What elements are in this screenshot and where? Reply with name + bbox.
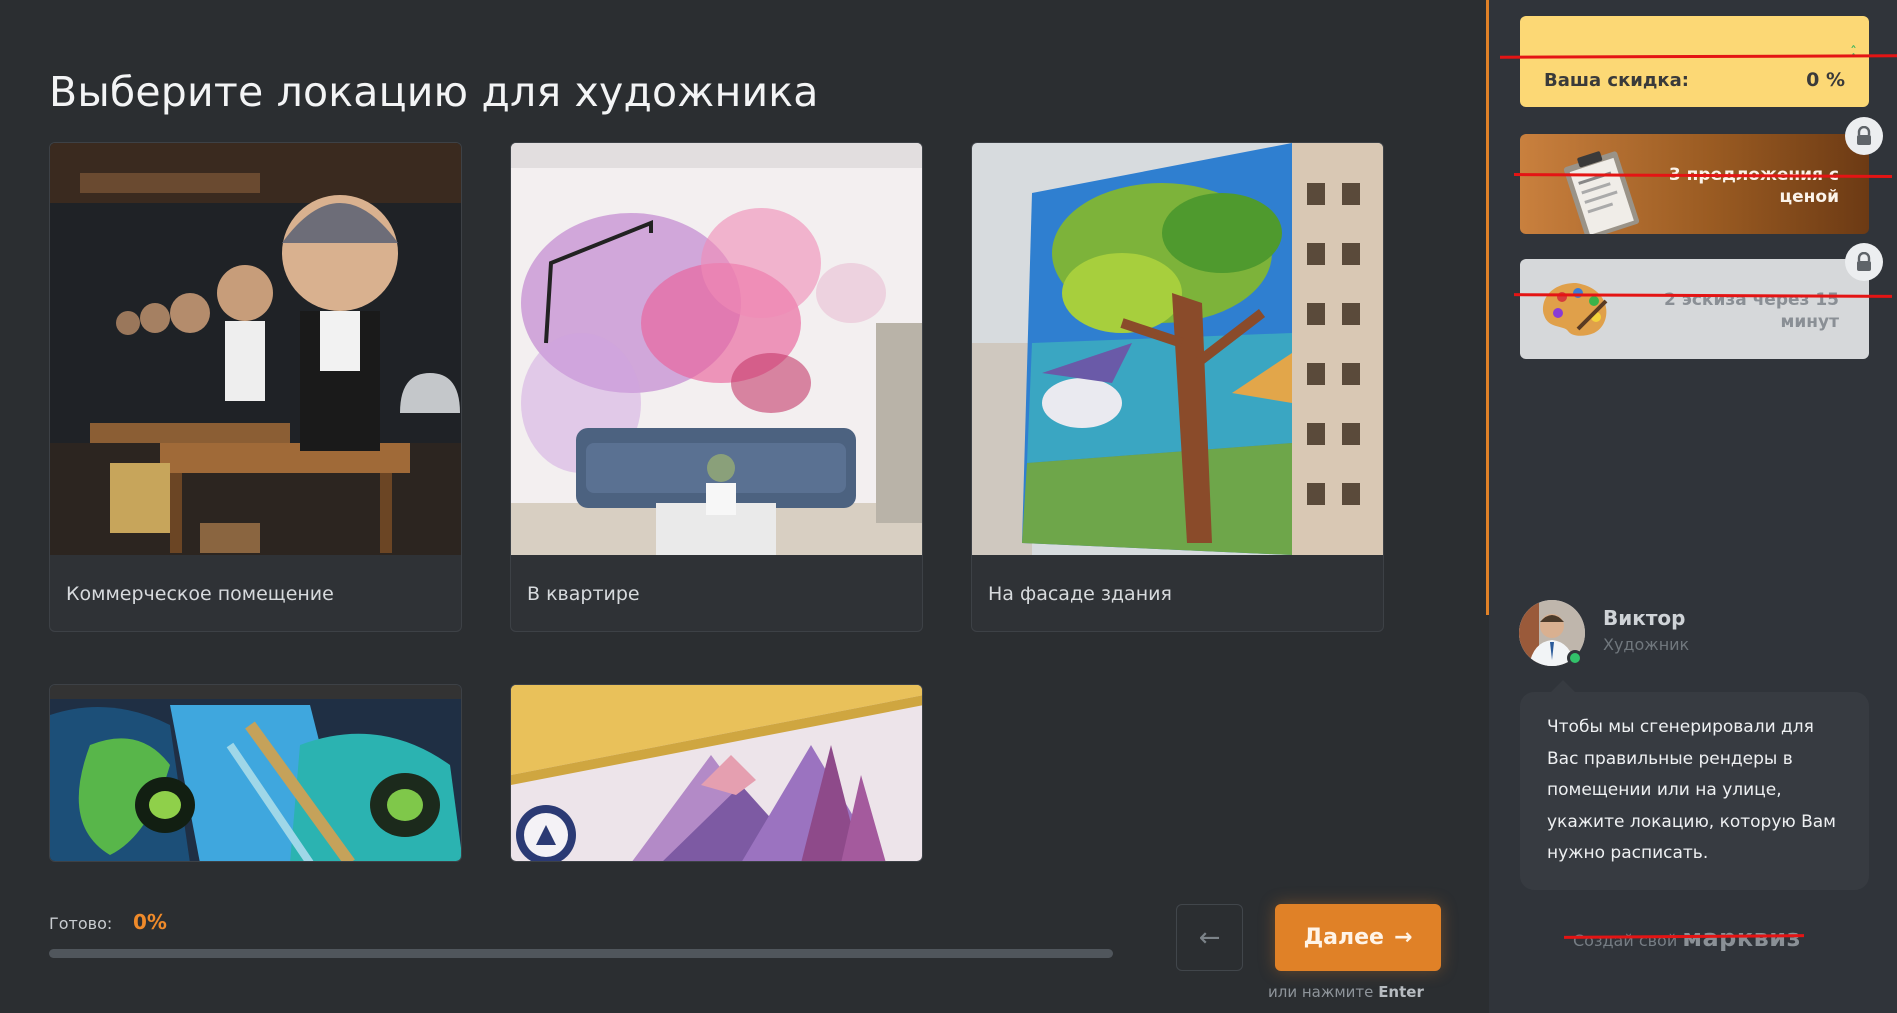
location-card-5[interactable] <box>510 684 923 862</box>
enter-hint: или нажмите Enter <box>1268 983 1424 1001</box>
chat-bubble: Чтобы мы сгенерировали для Вас правильны… <box>1520 692 1869 890</box>
location-label: На фасаде здания <box>988 583 1172 605</box>
next-button-label: Далее <box>1303 925 1384 950</box>
progress-bar <box>49 949 1113 958</box>
location-image-5 <box>511 685 922 861</box>
location-image-apartment <box>511 143 922 555</box>
clipboard-icon <box>1563 151 1640 234</box>
enter-hint-key: Enter <box>1378 983 1424 1001</box>
location-image-4 <box>50 685 461 861</box>
lock-icon <box>1845 243 1883 281</box>
agent-name: Виктор <box>1603 606 1686 630</box>
brand-prefix: Создай свой <box>1573 931 1678 950</box>
location-label: В квартире <box>527 583 640 605</box>
back-button[interactable]: ← <box>1176 904 1243 971</box>
grid-fade <box>40 862 1460 868</box>
next-button[interactable]: Далее → <box>1275 904 1441 971</box>
progress-label: Готово: <box>49 914 113 933</box>
location-card-apartment[interactable]: В квартире <box>510 142 923 632</box>
arrow-left-icon: ← <box>1198 922 1221 953</box>
agent-role: Художник <box>1603 635 1690 654</box>
online-status-icon <box>1567 650 1583 666</box>
location-card-facade[interactable]: На фасаде здания <box>971 142 1384 632</box>
location-image-commercial <box>50 143 461 555</box>
location-label: Коммерческое помещение <box>66 583 334 605</box>
offer-card-prices: 3 предложения с ценой <box>1520 134 1869 234</box>
sidebar: ˆˆ Ваша скидка: 0 % 3 предложения с цено… <box>1489 0 1897 1013</box>
location-image-facade <box>972 143 1383 555</box>
arrow-right-icon: → <box>1393 925 1413 950</box>
palette-icon <box>1543 283 1608 336</box>
progress-value: 0% <box>133 910 167 934</box>
discount-card: ˆˆ Ваша скидка: 0 % <box>1520 16 1869 107</box>
location-card-4[interactable] <box>49 684 462 862</box>
page-title: Выберите локацию для художника <box>49 68 819 116</box>
location-card-commercial[interactable]: Коммерческое помещение <box>49 142 462 632</box>
brand-name: марквиз <box>1682 924 1802 952</box>
discount-value: 0 % <box>1806 69 1845 91</box>
main-panel: Выберите локацию для художника Коммерчес… <box>0 0 1486 1013</box>
enter-hint-prefix: или нажмите <box>1268 983 1374 1001</box>
offer-card-sketches: 2 эскиза через 15 минут <box>1520 259 1869 359</box>
offer-text: 3 предложения с ценой <box>1668 165 1839 207</box>
chat-message: Чтобы мы сгенерировали для Вас правильны… <box>1547 717 1837 863</box>
discount-label: Ваша скидка: <box>1544 70 1689 91</box>
lock-icon <box>1845 117 1883 155</box>
